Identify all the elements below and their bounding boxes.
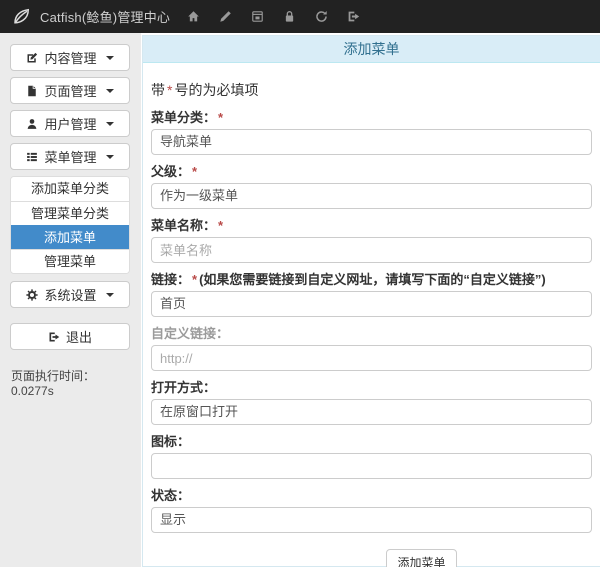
custom-link-input[interactable] — [151, 345, 592, 371]
panel-title: 添加菜单 — [143, 36, 600, 63]
refresh-icon[interactable] — [315, 10, 328, 23]
menu-category-select[interactable]: 导航菜单 — [151, 129, 592, 155]
sidebar: 内容管理 页面管理 用户管理 菜单 — [0, 33, 141, 567]
sidebar-item-manage-menu[interactable]: 管理菜单 — [11, 249, 129, 273]
logout-icon — [48, 331, 60, 343]
book-icon[interactable] — [251, 10, 264, 23]
list-icon — [26, 151, 38, 163]
required-note: 带*号的为必填项 — [151, 80, 592, 100]
brand-title: Catfish(鲶鱼)管理中心 — [40, 7, 170, 26]
sidebar-item-system-settings[interactable]: 系统设置 — [10, 281, 130, 308]
status-select[interactable]: 显示 — [151, 507, 592, 533]
sidebar-item-label: 用户管理 — [44, 114, 96, 133]
menu-management-submenu: 添加菜单分类 管理菜单分类 添加菜单 管理菜单 — [10, 176, 130, 274]
form-group-custom-link: 自定义链接： — [151, 327, 592, 371]
sidebar-item-add-menu-category[interactable]: 添加菜单分类 — [11, 177, 129, 201]
chevron-down-icon — [106, 89, 114, 93]
home-icon[interactable] — [187, 10, 200, 23]
field-label: 菜单分类：* — [151, 111, 592, 125]
sidebar-item-label: 页面管理 — [44, 81, 96, 100]
sidebar-item-label: 系统设置 — [44, 285, 96, 304]
user-icon — [26, 118, 38, 130]
sidebar-item-content-management[interactable]: 内容管理 — [10, 44, 130, 71]
sidebar-item-manage-menu-category[interactable]: 管理菜单分类 — [11, 201, 129, 225]
add-menu-form: 带*号的为必填项 菜单分类：* 导航菜单 父级：* 作为一级菜单 菜单名称：* … — [143, 63, 600, 567]
logout-button[interactable]: 退出 — [10, 323, 130, 350]
form-group-parent: 父级：* 作为一级菜单 — [151, 165, 592, 209]
field-label: 菜单名称：* — [151, 219, 592, 233]
form-group-open-mode: 打开方式： 在原窗口打开 — [151, 381, 592, 425]
main-content: 添加菜单 带*号的为必填项 菜单分类：* 导航菜单 父级：* 作为一级菜单 菜单… — [141, 33, 600, 567]
field-label: 链接：*(如果您需要链接到自定义网址，请填写下面的“自定义链接”) — [151, 273, 592, 287]
leaf-icon — [11, 7, 31, 27]
navbar-actions — [187, 10, 360, 23]
chevron-down-icon — [106, 293, 114, 297]
field-label: 打开方式： — [151, 381, 592, 395]
submit-row: 添加菜单 — [151, 549, 592, 567]
logout-label: 退出 — [66, 327, 92, 346]
edit-icon — [26, 52, 38, 64]
add-menu-submit-button[interactable]: 添加菜单 — [386, 549, 456, 567]
icon-input[interactable] — [151, 453, 592, 479]
sidebar-item-label: 内容管理 — [44, 48, 96, 67]
chevron-down-icon — [106, 56, 114, 60]
top-navbar: Catfish(鲶鱼)管理中心 — [0, 0, 600, 33]
add-menu-panel: 添加菜单 带*号的为必填项 菜单分类：* 导航菜单 父级：* 作为一级菜单 菜单… — [142, 35, 600, 567]
field-label: 状态： — [151, 489, 592, 503]
file-icon — [26, 85, 38, 97]
lock-icon[interactable] — [283, 10, 296, 23]
parent-select[interactable]: 作为一级菜单 — [151, 183, 592, 209]
sidebar-item-user-management[interactable]: 用户管理 — [10, 110, 130, 137]
sidebar-item-menu-management[interactable]: 菜单管理 — [10, 143, 130, 170]
field-label: 父级：* — [151, 165, 592, 179]
field-label: 图标： — [151, 435, 592, 449]
menu-name-input[interactable] — [151, 237, 592, 263]
logout-icon[interactable] — [347, 10, 360, 23]
sidebar-item-page-management[interactable]: 页面管理 — [10, 77, 130, 104]
page-execution-time: 页面执行时间：0.0277s — [10, 367, 130, 398]
form-group-icon: 图标： — [151, 435, 592, 479]
chevron-down-icon — [106, 155, 114, 159]
sidebar-item-add-menu[interactable]: 添加菜单 — [11, 225, 129, 249]
open-mode-select[interactable]: 在原窗口打开 — [151, 399, 592, 425]
form-group-link: 链接：*(如果您需要链接到自定义网址，请填写下面的“自定义链接”) 首页 — [151, 273, 592, 317]
form-group-status: 状态： 显示 — [151, 489, 592, 533]
form-group-menu-category: 菜单分类：* 导航菜单 — [151, 111, 592, 155]
link-select[interactable]: 首页 — [151, 291, 592, 317]
sidebar-item-label: 菜单管理 — [44, 147, 96, 166]
pencil-icon[interactable] — [219, 10, 232, 23]
form-group-menu-name: 菜单名称：* — [151, 219, 592, 263]
field-label: 自定义链接： — [151, 327, 592, 341]
chevron-down-icon — [106, 122, 114, 126]
gear-icon — [26, 289, 38, 301]
